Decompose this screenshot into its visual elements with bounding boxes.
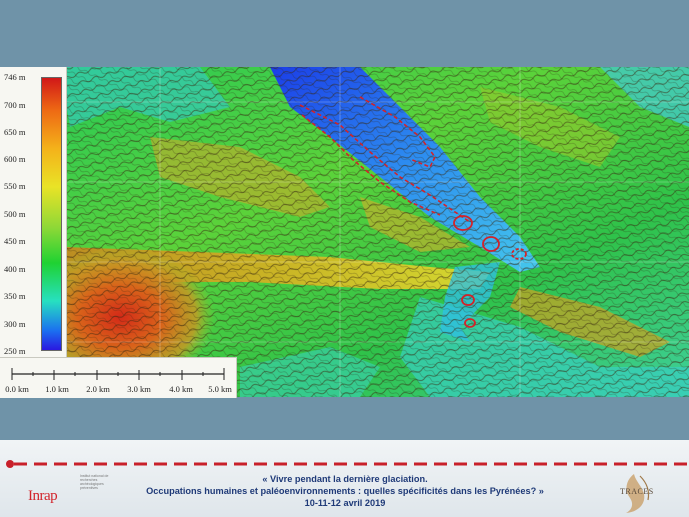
footer-dashed-line bbox=[6, 460, 689, 468]
inrap-logo: Inrap bbox=[28, 488, 58, 504]
elevation-label: 746 m bbox=[4, 72, 26, 82]
elevation-label: 450 m bbox=[4, 236, 26, 246]
footer-line-3: 10-11-12 avril 2019 bbox=[304, 498, 386, 508]
scale-bar: 0.0 km 1.0 km 2.0 km 3.0 km 4.0 km 5.0 k… bbox=[0, 357, 237, 398]
traces-logo-text: TRACES bbox=[620, 487, 654, 496]
footer-line-2: Occupations humaines et paléoenvironneme… bbox=[146, 486, 544, 496]
conference-title: « Vivre pendant la dernière glaciation. … bbox=[110, 473, 580, 509]
scale-label: 1.0 km bbox=[45, 384, 69, 394]
footer-line-1: « Vivre pendant la dernière glaciation. bbox=[262, 474, 428, 484]
inrap-logo-tagline: Institut national de recherches archéolo… bbox=[80, 474, 109, 490]
elevation-label: 700 m bbox=[4, 100, 26, 110]
elevation-map bbox=[0, 67, 689, 397]
elevation-label: 600 m bbox=[4, 154, 26, 164]
scale-label: 3.0 km bbox=[127, 384, 151, 394]
scale-label: 2.0 km bbox=[86, 384, 110, 394]
scale-label: 0.0 km bbox=[5, 384, 29, 394]
elevation-label: 300 m bbox=[4, 319, 26, 329]
scale-label: 4.0 km bbox=[169, 384, 193, 394]
elevation-label: 550 m bbox=[4, 181, 26, 191]
scale-label: 5.0 km bbox=[208, 384, 232, 394]
elevation-label: 250 m bbox=[4, 346, 26, 356]
elevation-label: 350 m bbox=[4, 291, 26, 301]
elevation-colorbar bbox=[41, 77, 62, 351]
elevation-label: 500 m bbox=[4, 209, 26, 219]
elevation-label: 400 m bbox=[4, 264, 26, 274]
elevation-label: 650 m bbox=[4, 127, 26, 137]
elevation-legend: 746 m 700 m 650 m 600 m 550 m 500 m 450 … bbox=[0, 67, 67, 357]
